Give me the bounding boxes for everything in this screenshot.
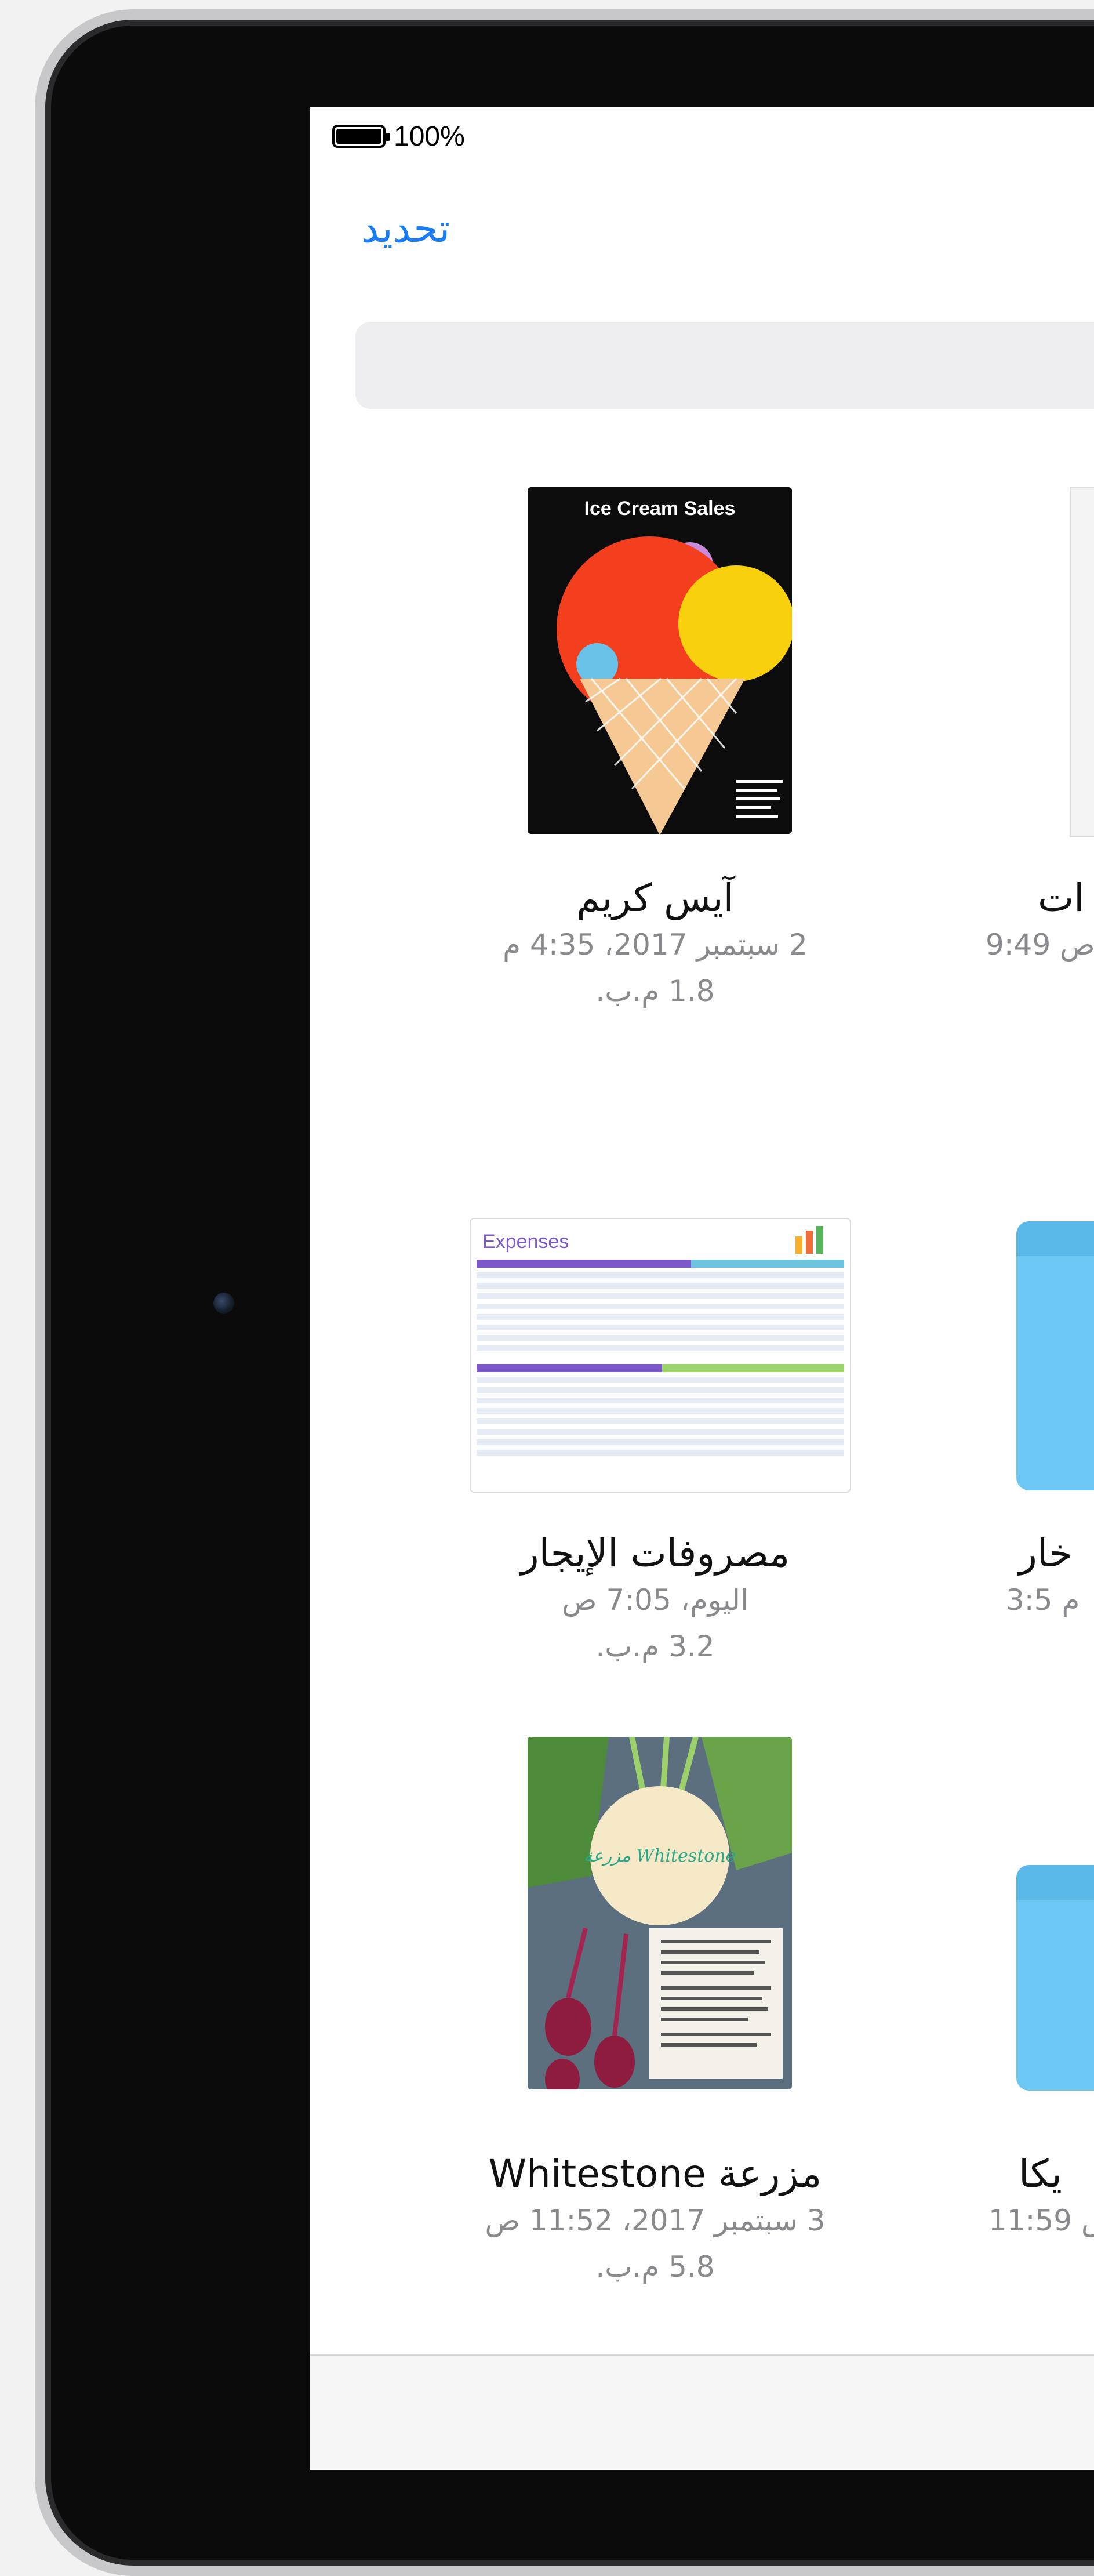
file-date: اليوم، 7:05 ص	[562, 1583, 748, 1617]
folder-thumbnail-partial[interactable]	[1016, 1865, 1094, 2091]
file-size: 1.8 م.ب.	[595, 974, 715, 1008]
select-button[interactable]: تحديد	[361, 206, 450, 252]
battery-icon	[332, 125, 390, 148]
file-date: 3 سبتمبر 2017، 11:52 ص	[485, 2204, 826, 2237]
file-size: 3.2 م.ب.	[595, 1630, 715, 1663]
search-field[interactable]	[355, 322, 1094, 409]
file-date: 2 سبتمبر 2017، 4:35 م	[503, 928, 808, 962]
file-thumbnail-ice-cream[interactable]: Ice Cream Sales	[528, 487, 792, 834]
files-screen: 100% تحديد Ice Cream Sales آيس كريم 2 سب…	[310, 107, 1094, 2470]
folder-thumbnail-partial[interactable]	[1016, 1221, 1094, 1490]
folder-date-partial: 11:59 ص	[988, 2204, 1094, 2237]
camera-icon	[213, 1293, 234, 1314]
file-thumbnail-expenses[interactable]: Expenses	[470, 1218, 851, 1493]
file-name: آيس كريم	[576, 876, 734, 920]
status-bar: 100%	[332, 119, 465, 154]
folder-date-partial: 3:5 م	[1006, 1583, 1080, 1617]
thumb-title: Expenses	[482, 1231, 569, 1253]
bottom-tab-bar[interactable]	[310, 2354, 1094, 2470]
file-name: مصروفات الإيجار	[520, 1531, 790, 1576]
file-thumbnail-partial[interactable]	[1070, 487, 1094, 837]
thumb-title: مزرعة Whitestone	[584, 1846, 736, 1866]
thumb-title: Ice Cream Sales	[584, 498, 736, 520]
file-thumbnail-whitestone[interactable]: مزرعة Whitestone	[528, 1737, 792, 2089]
file-name-partial: ات	[1038, 876, 1085, 920]
battery-percentage: 100%	[394, 121, 465, 152]
folder-name-partial: يكا	[1019, 2151, 1062, 2196]
folder-name-partial: خار	[1019, 1531, 1073, 1576]
file-size: 5.8 م.ب.	[595, 2250, 715, 2284]
file-name: مزرعة Whitestone	[488, 2151, 822, 2196]
file-date-partial: 9:49 ص	[986, 928, 1094, 962]
